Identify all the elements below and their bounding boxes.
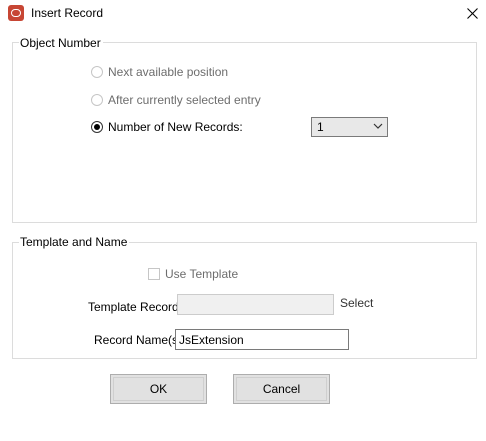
radio-number-of-records-circle[interactable] [91, 121, 103, 133]
oracle-app-icon [8, 5, 24, 21]
radio-number-of-records[interactable]: Number of New Records: [91, 119, 243, 135]
radio-next-available[interactable]: Next available position [91, 64, 228, 80]
title-bar: Insert Record [0, 0, 486, 26]
close-button[interactable] [460, 2, 484, 24]
use-template-label: Use Template [165, 267, 239, 281]
template-record-field[interactable] [177, 294, 334, 315]
radio-after-selected-circle[interactable] [91, 94, 103, 106]
object-number-legend: Object Number [19, 36, 103, 50]
radio-after-selected-label: After currently selected entry [108, 93, 261, 107]
record-names-field[interactable] [175, 329, 349, 350]
radio-next-available-label: Next available position [108, 65, 229, 79]
cancel-button[interactable]: Cancel [233, 374, 330, 404]
chevron-down-icon [373, 123, 383, 129]
window-title: Insert Record [31, 6, 104, 20]
record-names-label: Record Name(s) [94, 333, 183, 347]
close-icon [466, 7, 478, 19]
radio-next-available-circle[interactable] [91, 66, 103, 78]
template-record-label: Template Record [88, 300, 179, 314]
radio-after-selected[interactable]: After currently selected entry [91, 92, 261, 108]
radio-number-of-records-label: Number of New Records: [108, 120, 243, 134]
use-template-checkbox-row[interactable]: Use Template [148, 267, 238, 281]
select-template-link[interactable]: Select [340, 296, 373, 310]
template-and-name-legend: Template and Name [19, 235, 130, 249]
ok-button[interactable]: OK [110, 374, 207, 404]
record-count-value: 1 [317, 120, 324, 134]
record-count-dropdown[interactable]: 1 [311, 117, 388, 137]
use-template-checkbox[interactable] [148, 268, 160, 280]
object-number-group [12, 42, 477, 223]
